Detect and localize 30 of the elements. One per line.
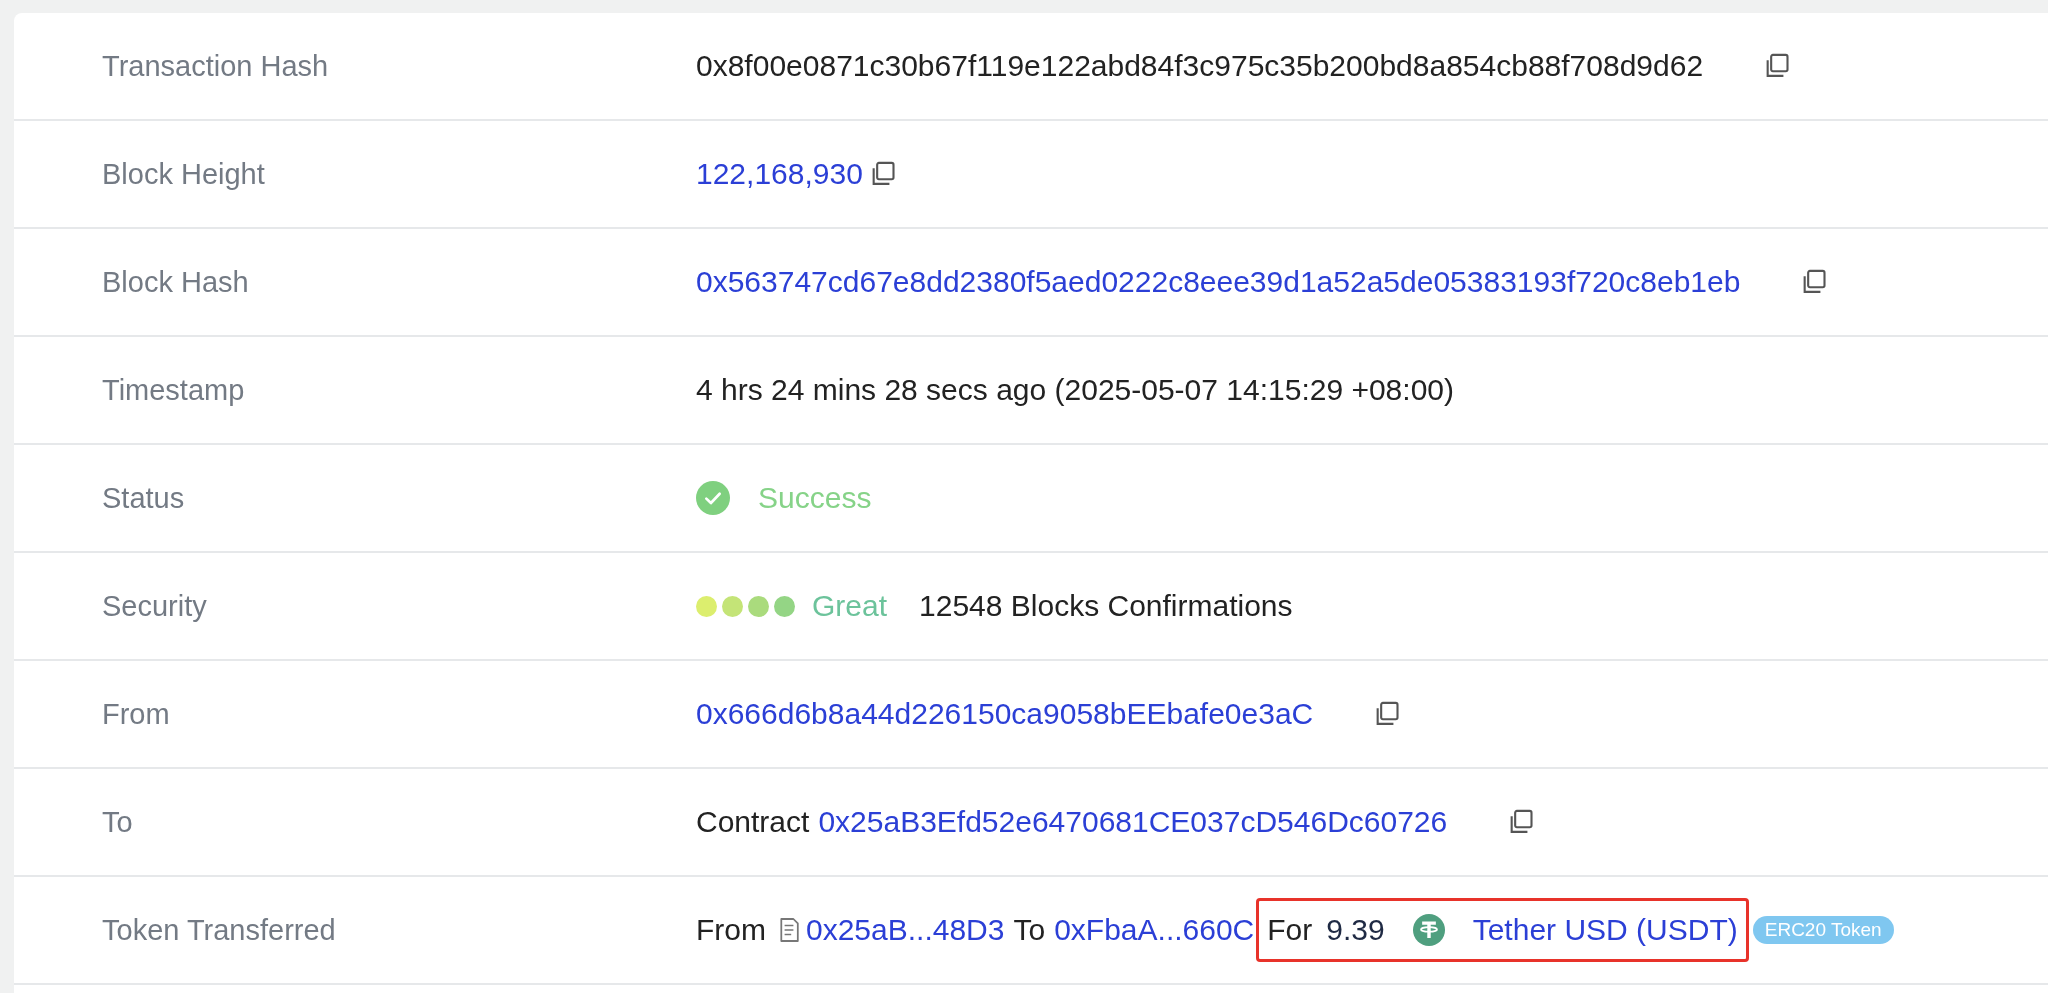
field-label: Status [102,481,186,515]
field-label: From [102,697,171,731]
from-label: From [696,913,766,947]
token-icon [1412,914,1445,946]
to-address-link[interactable]: 0xFbaA...660C [1054,913,1255,947]
token-link[interactable]: Tether USD (USDT) [1472,913,1738,947]
field-label: Transaction Hash [102,49,330,83]
field-label: Block Height [102,157,266,191]
document-icon [778,916,800,944]
to-label: To [1013,913,1046,947]
confirmations-text: 12548 Blocks Confirmations [919,589,1293,623]
field-value: 0x8f00e0871c30b67f119e122abd84f3c975c35b200bd8a854cb88f708d9d62 [696,49,1704,83]
success-check-icon [696,481,730,515]
contract-link[interactable]: 0x25aB3Efd52e6470681CE037cD546Dc60726 [818,805,1448,839]
field-label: Timestamp [102,373,246,407]
for-label: For [1267,913,1313,947]
contract-label: Contract [696,805,810,839]
status-text: Success [758,481,872,515]
from-address-link[interactable]: 0x25aB...48D3 [806,913,1005,947]
value-link[interactable]: 0x666d6b8a44d226150ca9058bEEbafe0e3aC [696,697,1314,731]
token-type-badge: ERC20 Token [1752,916,1894,944]
value-link[interactable]: 0x563747cd67e8dd2380f5aed0222c8eee39d1a52a5de05383193f720c8eb1eb [696,265,1741,299]
value-link[interactable]: 122,168,930 [696,157,863,191]
token-amount: 9.39 [1326,913,1385,947]
field-value: 4 hrs 24 mins 28 secs ago (2025-05-07 14:15:29 +08:00) [696,373,1454,407]
field-label: Token Transferred [102,913,337,947]
field-label: Security [102,589,208,623]
field-label: To [102,805,134,839]
field-label: Block Hash [102,265,250,299]
security-rating: Great [812,589,888,623]
